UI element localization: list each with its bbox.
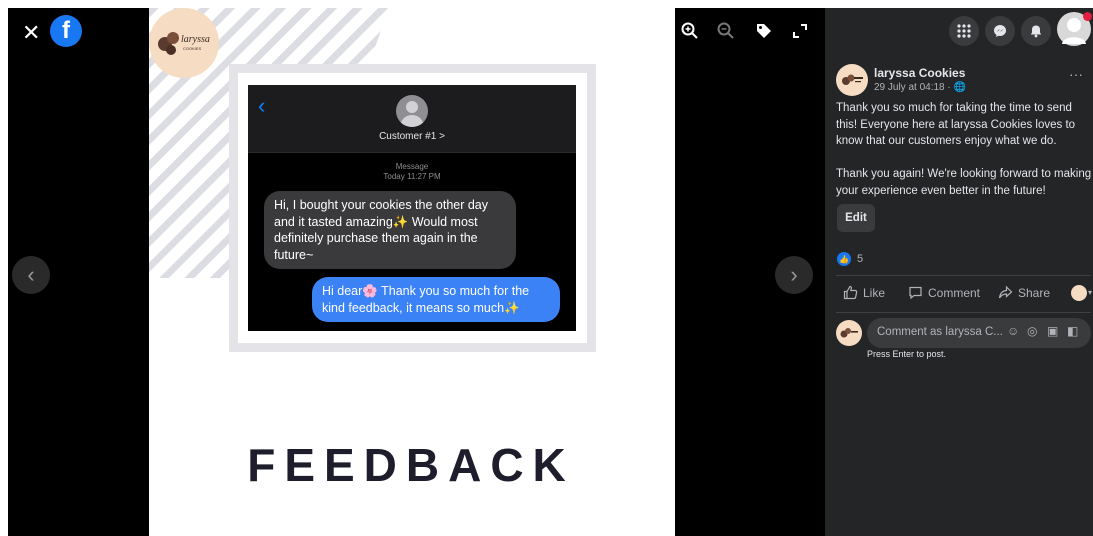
notification-dot xyxy=(1083,12,1092,21)
share-label: Share xyxy=(1018,285,1051,300)
chat-header: ‹ Customer #1 > xyxy=(248,85,576,153)
page-avatar[interactable] xyxy=(836,64,868,96)
post-details-panel: laryssa Cookies 29 July at 04:18 · 🌐 ···… xyxy=(825,8,1093,536)
feedback-heading: FEEDBACK xyxy=(247,439,575,491)
like-reaction-icon[interactable]: 👍 xyxy=(837,252,851,266)
comment-label: Comment xyxy=(928,285,981,300)
comment-input[interactable]: Comment as laryssa C... ☺ ◎ ▣ ◧ xyxy=(867,318,1091,348)
like-button[interactable]: Like xyxy=(843,285,885,300)
camera-icon[interactable]: ◎ xyxy=(1027,324,1037,338)
comment-button[interactable]: Comment xyxy=(908,285,980,300)
divider xyxy=(836,312,1091,313)
menu-grid-icon[interactable] xyxy=(949,16,979,46)
gif-icon[interactable]: ▣ xyxy=(1047,324,1058,338)
cookie-icon xyxy=(842,74,863,85)
sticker-icon[interactable]: ◧ xyxy=(1067,324,1078,338)
cookie-icon: laryssa COOKIES xyxy=(158,32,210,55)
post-text-paragraph: Thank you so much for taking the time to… xyxy=(836,102,1076,147)
close-icon[interactable]: ✕ xyxy=(22,20,40,46)
zoom-out-icon[interactable] xyxy=(717,22,735,45)
press-enter-hint: Press Enter to post. xyxy=(867,349,947,359)
brand-logo: laryssa COOKIES xyxy=(149,8,219,78)
chevron-left-icon: ‹ xyxy=(27,262,35,287)
contact-avatar xyxy=(396,95,428,127)
right-photo-viewer: › laryssa Cookies 29 July at 04:18 · 🌐 · xyxy=(675,8,1093,536)
zoom-in-icon[interactable] xyxy=(681,22,699,45)
post-text-paragraph: Thank you again! We're looking forward t… xyxy=(836,168,1092,197)
post-image: laryssa COOKIES ‹ Customer #1 > Message … xyxy=(149,8,673,536)
facebook-logo-icon[interactable]: f xyxy=(50,15,82,47)
share-button[interactable]: Share xyxy=(998,285,1050,300)
left-photo-viewer: laryssa COOKIES ‹ Customer #1 > Message … xyxy=(8,8,673,536)
incoming-message-bubble: Hi, I bought your cookies the other day … xyxy=(264,191,516,269)
chevron-right-icon: › xyxy=(790,262,798,287)
outgoing-message-bubble: Hi dear🌸 Thank you so much for the kind … xyxy=(312,277,560,322)
cookie-icon xyxy=(840,328,858,338)
thumbs-up-icon xyxy=(843,285,858,300)
commenter-avatar[interactable] xyxy=(836,320,862,346)
previous-photo-button[interactable]: ‹ xyxy=(12,256,50,294)
message-timestamp: Today 11:27 PM xyxy=(383,172,441,181)
back-chevron-icon: ‹ xyxy=(258,93,266,118)
message-label: Message xyxy=(395,162,429,171)
post-as-avatar[interactable] xyxy=(1071,285,1087,301)
emoji-icon[interactable]: ☺ xyxy=(1007,324,1019,338)
comment-icon xyxy=(909,286,922,300)
divider xyxy=(836,275,1091,276)
share-icon xyxy=(998,285,1013,299)
chevron-down-icon[interactable]: ▾ xyxy=(1088,288,1092,297)
brand-logo-text: laryssa xyxy=(181,34,210,45)
edit-button[interactable]: Edit xyxy=(837,204,875,232)
messenger-icon[interactable] xyxy=(985,16,1015,46)
reaction-count[interactable]: 5 xyxy=(857,253,863,265)
page-name[interactable]: laryssa Cookies xyxy=(874,66,965,80)
photo-area: › xyxy=(675,8,825,536)
tag-icon[interactable] xyxy=(755,22,773,45)
like-label: Like xyxy=(863,285,886,300)
comment-placeholder: Comment as laryssa C... xyxy=(877,326,1003,338)
message-screenshot: ‹ Customer #1 > Message Today 11:27 PM H… xyxy=(248,85,576,331)
post-timestamp[interactable]: 29 July at 04:18 · 🌐 xyxy=(874,82,966,93)
next-photo-button[interactable]: › xyxy=(775,256,813,294)
photo-viewer: laryssa COOKIES ‹ Customer #1 > Message … xyxy=(0,0,1093,536)
notifications-icon[interactable] xyxy=(1021,16,1051,46)
brand-logo-sub: COOKIES xyxy=(183,46,202,51)
contact-name: Customer #1 > xyxy=(379,131,445,142)
fullscreen-icon[interactable] xyxy=(791,22,809,45)
more-options-icon[interactable]: ··· xyxy=(1069,66,1083,82)
